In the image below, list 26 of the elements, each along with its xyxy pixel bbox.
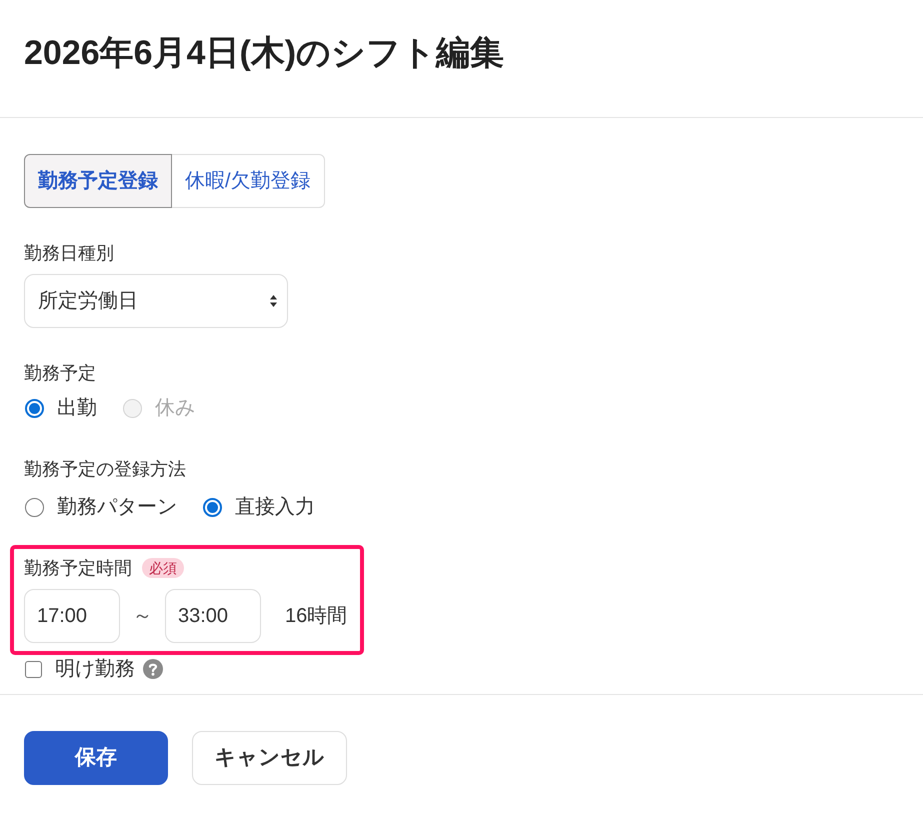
checkbox[interactable] — [25, 660, 42, 678]
cancel-button[interactable]: キャンセル — [192, 731, 347, 785]
day-type-select[interactable]: 所定労働日 — [24, 274, 288, 328]
field-label: 勤務予定の登録方法 — [24, 458, 186, 481]
field-label: 勤務予定 — [24, 362, 96, 385]
checkbox-label: 明け勤務 — [55, 657, 135, 682]
tab[interactable]: 勤務予定登録 — [24, 154, 172, 208]
required-badge: 必須 — [142, 558, 184, 578]
duration-text: 16時間 — [285, 604, 348, 629]
tab[interactable]: 休暇/欠勤登録 — [172, 154, 325, 208]
spinner-icon — [270, 295, 277, 307]
radio-label: 勤務パターン — [57, 495, 177, 520]
help-icon[interactable] — [143, 659, 163, 679]
field-label: 勤務日種別 — [24, 242, 114, 265]
radio-label: 休み — [155, 396, 195, 421]
page-title: 2026年6月4日(木)のシフト編集 — [24, 33, 506, 74]
radio-button[interactable] — [25, 498, 44, 516]
end-time-input[interactable]: 33:00 — [165, 589, 261, 643]
field-label: 勤務予定時間 — [24, 557, 132, 580]
save-button[interactable]: 保存 — [24, 731, 168, 785]
start-time-input[interactable]: 17:00 — [24, 589, 120, 643]
radio-label: 出勤 — [57, 396, 97, 421]
radio-button[interactable] — [25, 398, 44, 418]
radio-button[interactable] — [203, 498, 222, 516]
radio-label: 直接入力 — [235, 495, 315, 520]
range-separator: ～ — [132, 604, 154, 629]
